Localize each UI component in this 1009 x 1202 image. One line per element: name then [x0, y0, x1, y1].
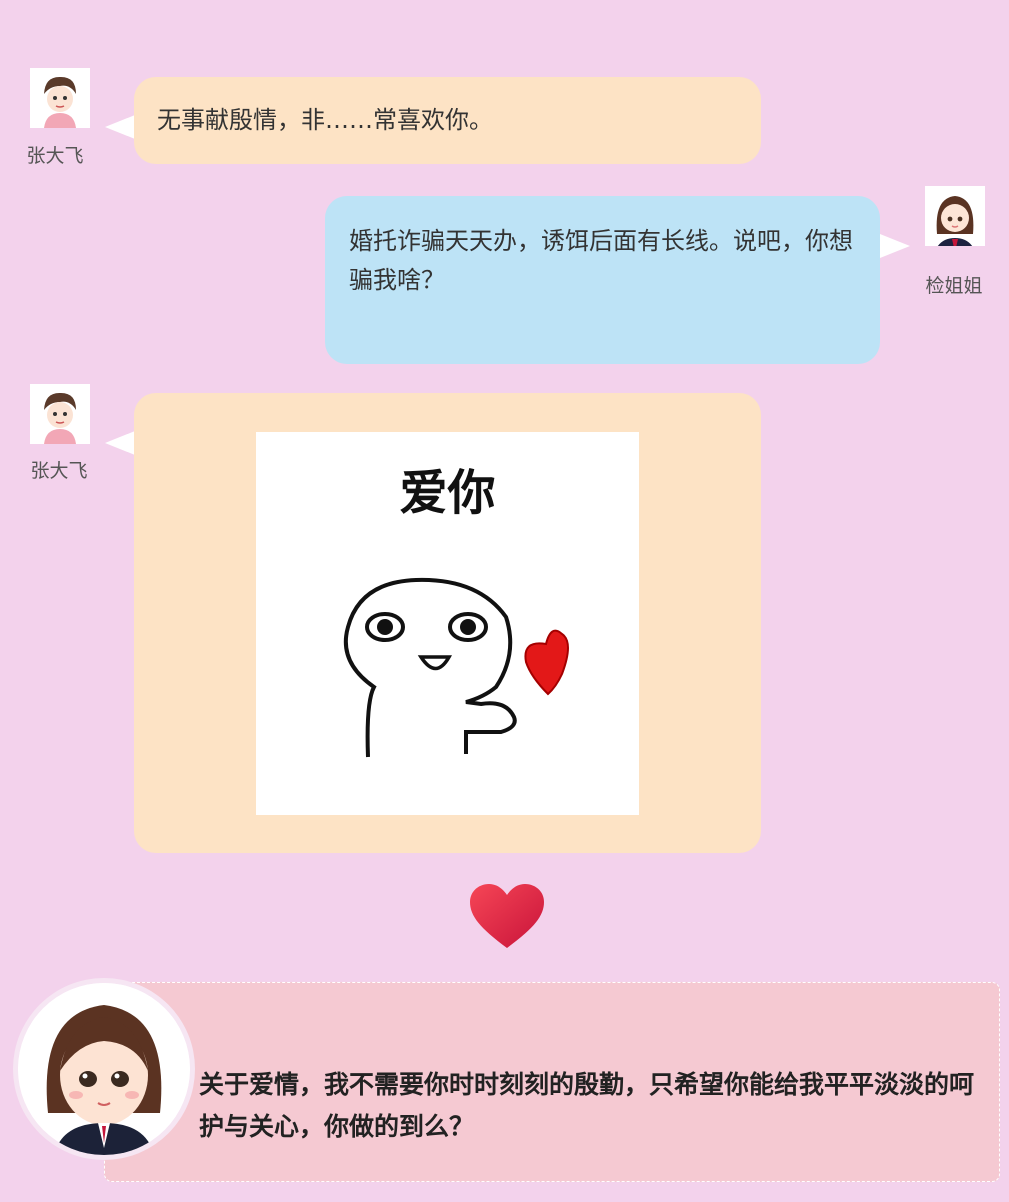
avatar-zhang[interactable] — [30, 68, 90, 128]
bubble-tail — [880, 234, 910, 258]
message-bubble-right[interactable]: 婚托诈骗天天办，诱饵后面有长线。说吧，你想骗我啥？ — [325, 196, 880, 364]
bubble-tail — [105, 431, 135, 455]
message-text: 婚托诈骗天天办，诱饵后面有长线。说吧，你想骗我啥？ — [349, 227, 853, 294]
large-avatar-jian — [18, 983, 190, 1155]
sender-name: 张大飞 — [30, 460, 88, 482]
message-bubble-left[interactable]: 爱你 — [134, 393, 761, 853]
quote-text: 关于爱情，我不需要你时时刻刻的殷勤，只希望你能给我平平淡淡的呵护与关心，你做的到… — [199, 1070, 975, 1141]
message-bubble-left[interactable]: 无事献殷情，非……常喜欢你。 — [134, 77, 761, 164]
heart-icon — [470, 884, 544, 954]
quote-box: 关于爱情，我不需要你时时刻刻的殷勤，只希望你能给我平平淡淡的呵护与关心，你做的到… — [104, 982, 1000, 1182]
avatar-zhang[interactable] — [30, 384, 90, 444]
bubble-tail — [105, 115, 135, 139]
sender-name: 张大飞 — [26, 145, 84, 167]
love-sticker[interactable]: 爱你 — [256, 432, 639, 815]
sender-name: 检姐姐 — [925, 275, 983, 297]
message-text: 无事献殷情，非……常喜欢你。 — [157, 106, 493, 134]
avatar-jian[interactable] — [925, 186, 985, 246]
